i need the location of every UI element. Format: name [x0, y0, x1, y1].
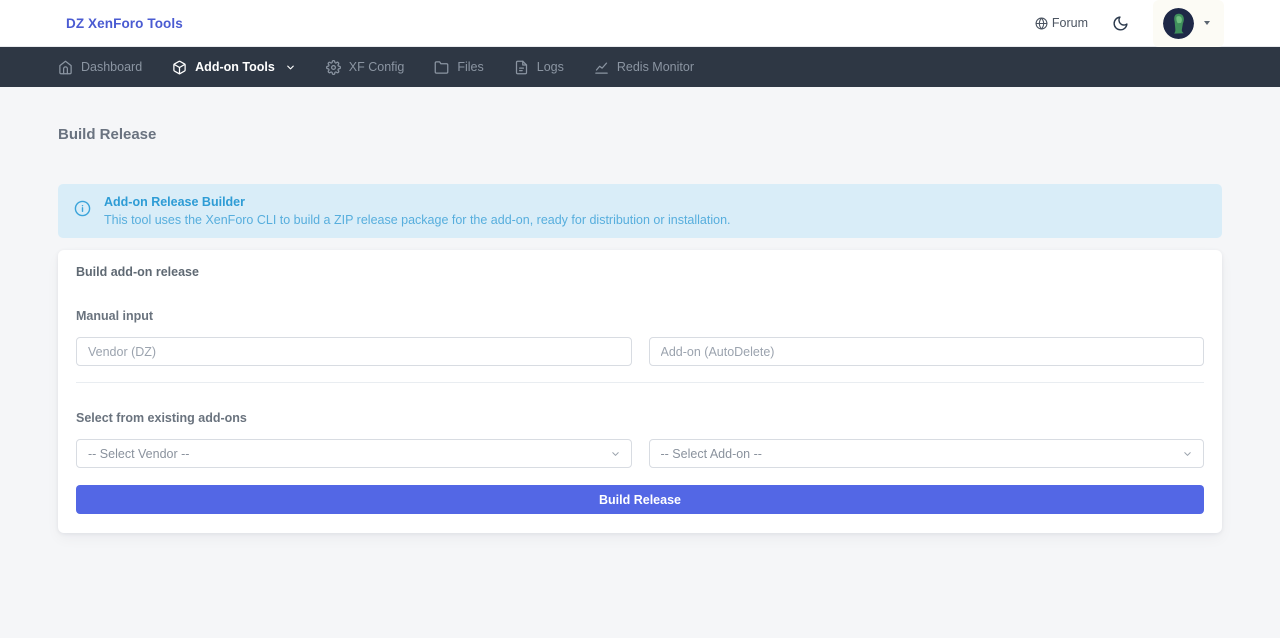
card-title: Build add-on release [76, 265, 1204, 279]
chevron-down-icon [285, 62, 296, 73]
forum-link[interactable]: Forum [1035, 16, 1088, 30]
vendor-select[interactable]: -- Select Vendor -- [76, 439, 632, 468]
caret-down-icon [1204, 21, 1210, 25]
nav-item-label: Logs [537, 60, 564, 74]
nav-item-logs[interactable]: Logs [514, 60, 564, 75]
user-menu[interactable] [1153, 0, 1224, 47]
nav-item-label: XF Config [349, 60, 405, 74]
home-icon [58, 60, 73, 75]
chart-line-icon [594, 60, 609, 75]
build-release-button[interactable]: Build Release [76, 485, 1204, 514]
nav-item-files[interactable]: Files [434, 60, 483, 75]
alert-title: Add-on Release Builder [104, 195, 731, 209]
folder-icon [434, 60, 449, 75]
addon-select[interactable]: -- Select Add-on -- [649, 439, 1205, 468]
avatar [1163, 8, 1194, 39]
forum-link-label: Forum [1052, 16, 1088, 30]
page-title: Build Release [58, 126, 1222, 143]
select-existing-label: Select from existing add-ons [76, 411, 1204, 425]
header-actions: Forum [1035, 0, 1224, 47]
page-content: Build Release Add-on Release Builder Thi… [0, 126, 1280, 533]
nav-item-label: Add-on Tools [195, 60, 275, 74]
dark-mode-toggle[interactable] [1108, 11, 1133, 36]
gear-icon [326, 60, 341, 75]
addon-input[interactable] [649, 337, 1205, 366]
main-nav: Dashboard Add-on Tools XF Config Files L… [0, 47, 1280, 87]
alert-body: This tool uses the XenForo CLI to build … [104, 213, 731, 227]
nav-item-dashboard[interactable]: Dashboard [58, 60, 142, 75]
nav-item-label: Files [457, 60, 483, 74]
moon-icon [1112, 15, 1129, 32]
package-icon [172, 60, 187, 75]
manual-input-label: Manual input [76, 309, 1204, 323]
alert-text: Add-on Release Builder This tool uses th… [104, 195, 731, 227]
select-row: -- Select Vendor -- -- Select Add-on -- [76, 439, 1204, 468]
vendor-input[interactable] [76, 337, 632, 366]
file-text-icon [514, 60, 529, 75]
addon-select-wrap: -- Select Add-on -- [649, 439, 1205, 468]
brand-link[interactable]: DZ XenForo Tools [66, 16, 183, 31]
nav-item-label: Redis Monitor [617, 60, 694, 74]
globe-icon [1035, 17, 1048, 30]
nav-item-redis-monitor[interactable]: Redis Monitor [594, 60, 694, 75]
nav-item-addon-tools[interactable]: Add-on Tools [172, 60, 296, 75]
section-divider [76, 382, 1204, 383]
vendor-select-wrap: -- Select Vendor -- [76, 439, 632, 468]
top-header: DZ XenForo Tools Forum [0, 0, 1280, 47]
info-alert: Add-on Release Builder This tool uses th… [58, 184, 1222, 238]
manual-input-row [76, 337, 1204, 366]
build-release-card: Build add-on release Manual input Select… [58, 250, 1222, 533]
nav-item-label: Dashboard [81, 60, 142, 74]
info-icon [74, 200, 91, 217]
nav-item-xf-config[interactable]: XF Config [326, 60, 405, 75]
